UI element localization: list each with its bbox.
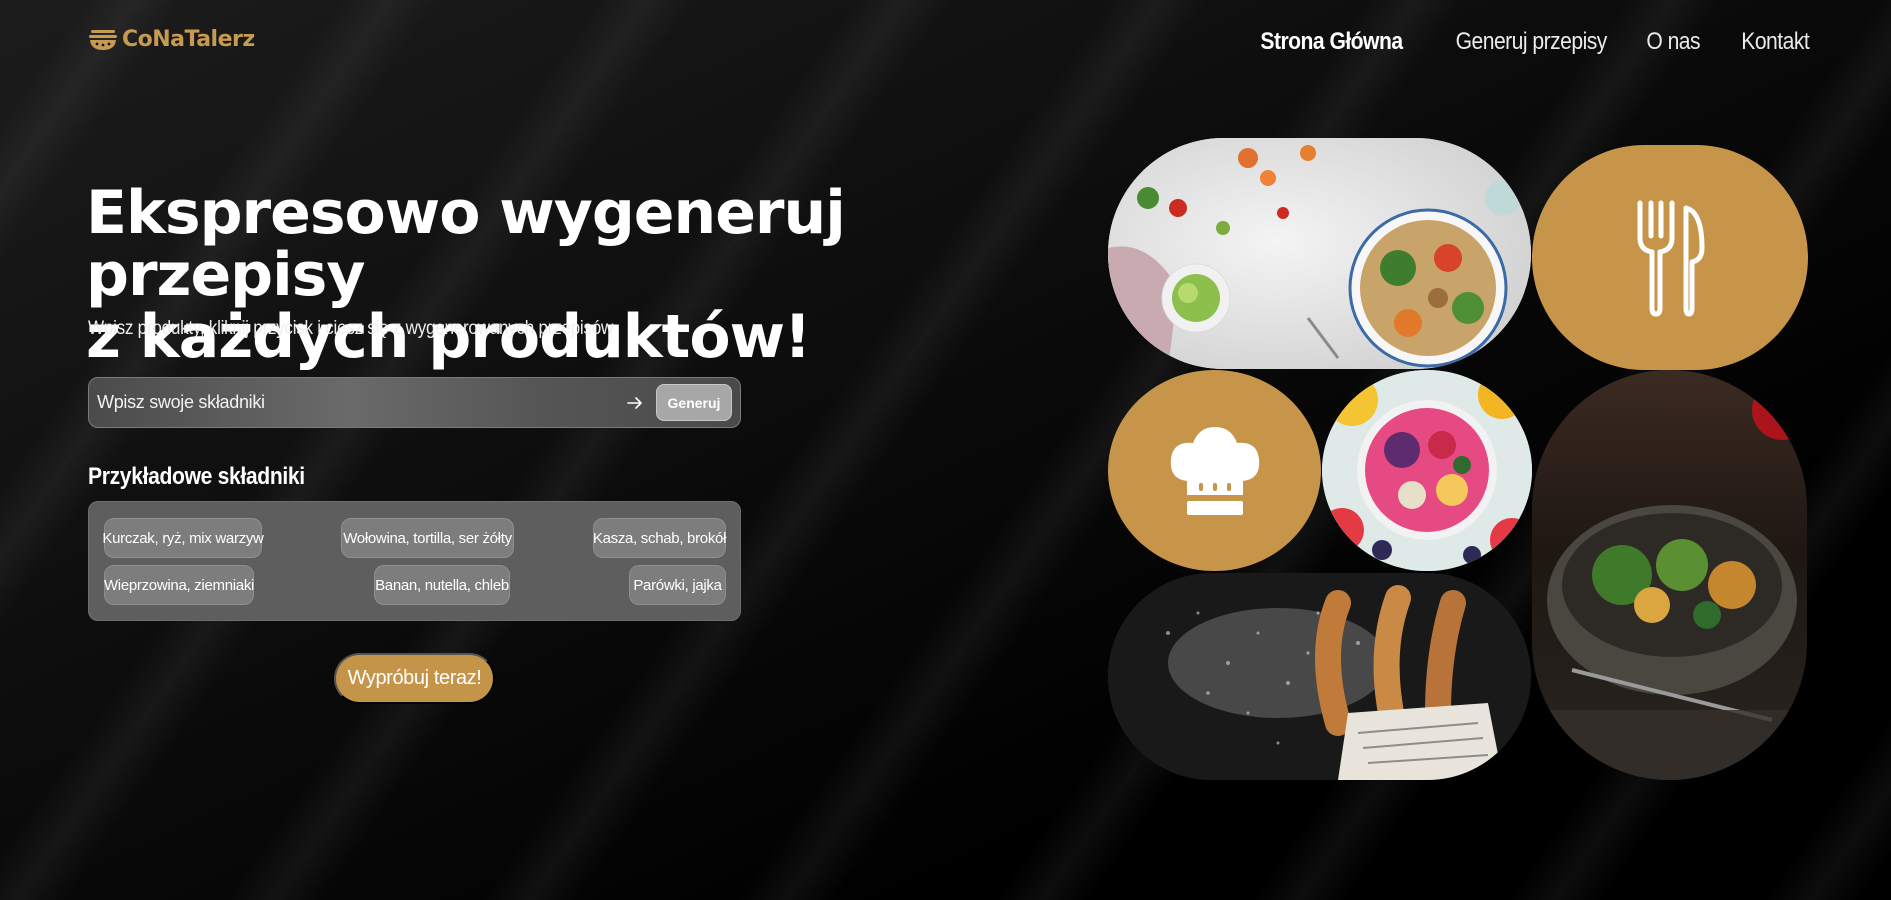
churros-photo <box>1108 573 1531 780</box>
hero-title: Ekspresowo wygeneruj przepisy z każdych … <box>86 182 1076 368</box>
example-chip[interactable]: Kasza, schab, brokół <box>593 518 726 558</box>
examples-panel: Kurczak, ryż, mix warzyw Wołowina, torti… <box>88 501 741 621</box>
fork-knife-icon <box>1637 200 1705 316</box>
ingredients-input[interactable] <box>97 392 626 413</box>
try-now-button[interactable]: Wypróbuj teraz! <box>334 653 495 704</box>
ingredients-search-bar: Generuj <box>88 377 741 428</box>
fork-knife-tile <box>1532 145 1808 370</box>
brand-logo[interactable]: CoNaTalerz <box>88 26 255 52</box>
generate-button[interactable]: Generuj <box>656 384 732 421</box>
nav-item-about[interactable]: O nas <box>1646 28 1700 56</box>
brand-name: CoNaTalerz <box>122 26 255 52</box>
example-chip[interactable]: Banan, nutella, chleb <box>374 565 510 605</box>
main-nav: Strona Główna Generuj przepisy O nas Kon… <box>1241 28 1810 56</box>
example-chip[interactable]: Parówki, jajka <box>629 565 726 605</box>
example-chip[interactable]: Wieprzowina, ziemniaki <box>104 565 254 605</box>
landing-page: CoNaTalerz Strona Główna Generuj przepis… <box>0 0 1891 900</box>
hero-subtitle: Wpisz produkty, kliknij przycisk i ciesz… <box>88 318 614 339</box>
nav-item-generate[interactable]: Generuj przepisy <box>1456 28 1608 56</box>
example-chip[interactable]: Kurczak, ryż, mix warzyw <box>102 518 264 558</box>
examples-title: Przykładowe składniki <box>88 463 305 490</box>
salad-bowl-photo <box>1108 138 1531 369</box>
nav-item-contact[interactable]: Kontakt <box>1741 28 1809 56</box>
salad-dark-photo <box>1532 370 1807 780</box>
example-chip[interactable]: Wołowina, tortilla, ser żółty <box>341 518 514 558</box>
chef-hat-tile <box>1108 370 1321 571</box>
smoothie-bowl-photo <box>1322 370 1532 571</box>
hero-title-line-1: Ekspresowo wygeneruj przepisy <box>86 178 846 310</box>
nav-item-home[interactable]: Strona Główna <box>1261 28 1404 56</box>
arrow-right-icon <box>627 396 642 409</box>
bowl-icon <box>89 30 117 50</box>
chef-hat-icon <box>1170 426 1259 515</box>
